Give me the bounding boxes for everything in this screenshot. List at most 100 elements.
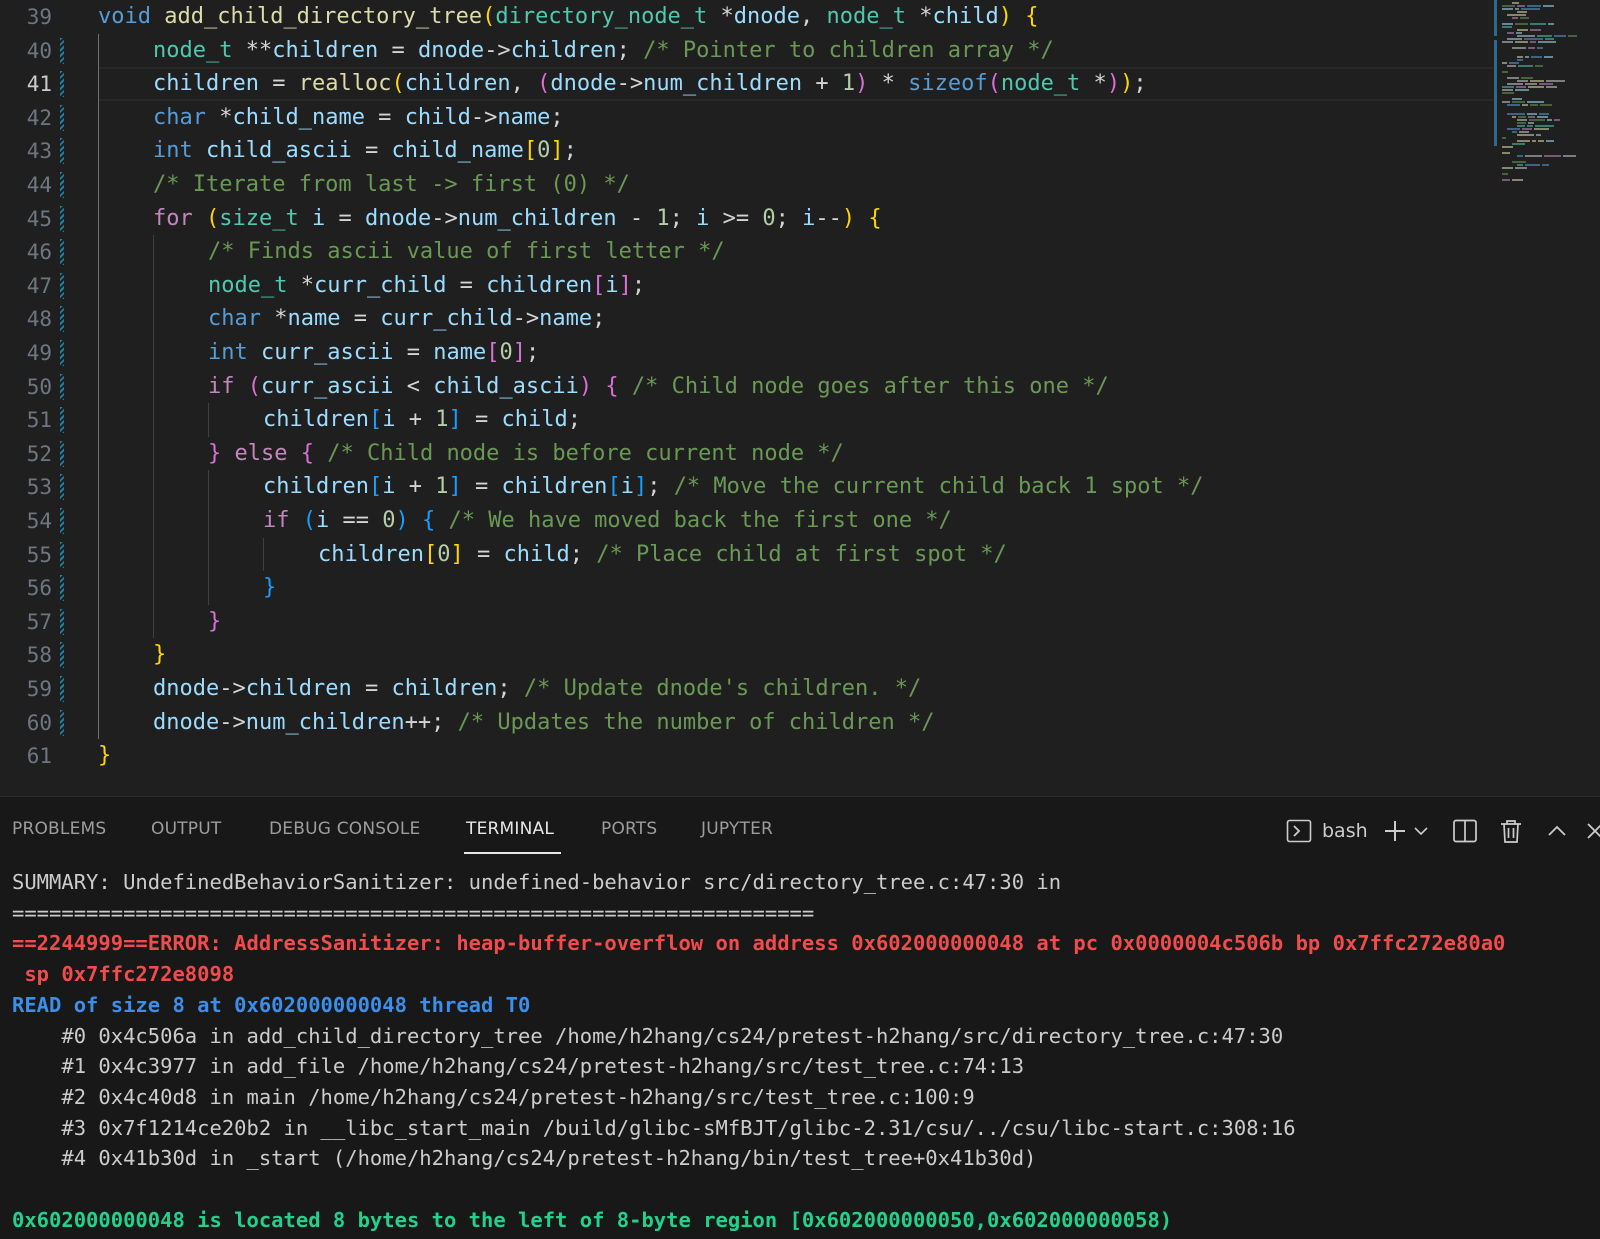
code-token: ) xyxy=(395,508,409,533)
tab-problems[interactable]: PROBLEMS xyxy=(12,819,106,839)
minimap[interactable] xyxy=(1494,0,1600,190)
terminal-line: #1 0x4c3977 in add_file /home/h2hang/cs2… xyxy=(12,1054,1025,1079)
code-line[interactable]: 60 dnode->num_children++; /* Updates the … xyxy=(0,706,1600,740)
chevron-down-icon xyxy=(1413,823,1429,839)
minimap-change-marker xyxy=(1494,40,1497,108)
code-token: child_ascii xyxy=(206,138,352,164)
git-modified-gutter xyxy=(60,205,64,232)
code-line[interactable]: 50 if (curr_ascii < child_ascii) { /* Chi… xyxy=(0,370,1600,404)
code-line[interactable]: 47 node_t *curr_child = children[i]; xyxy=(0,269,1600,303)
minimap-token xyxy=(1545,38,1554,40)
code-token: child xyxy=(501,407,568,433)
code-token: child_ascii xyxy=(433,373,579,399)
minimap-token xyxy=(1502,101,1510,103)
code-line[interactable]: 41 children = realloc(children, (dnode->n… xyxy=(0,67,1600,102)
code-line[interactable]: 53 children[i + 1] = children[i]; /* Move… xyxy=(0,470,1600,504)
code-line[interactable]: 42 char *child_name = child->name; xyxy=(0,101,1600,135)
code-token: ] xyxy=(618,272,632,298)
code-token: * xyxy=(205,104,233,130)
close-panel-button[interactable] xyxy=(1584,811,1600,851)
code-line[interactable]: 52} else { /* Child node is before curre… xyxy=(0,437,1600,471)
code-token: [ xyxy=(592,272,606,298)
code-token: * xyxy=(1080,71,1107,97)
new-terminal-button[interactable] xyxy=(1380,811,1410,851)
git-modified-gutter xyxy=(60,608,64,635)
minimap-token xyxy=(1509,62,1519,64)
code-line[interactable]: 56} xyxy=(0,571,1600,605)
tab-ports[interactable]: PORTS xyxy=(601,819,657,839)
code-token: dnode xyxy=(417,37,485,63)
git-modified-gutter xyxy=(60,474,64,501)
tab-output[interactable]: OUTPUT xyxy=(151,819,222,839)
code-line[interactable]: 55 children[0] = child; /* Place child at… xyxy=(0,538,1600,572)
code-token: dnode xyxy=(153,676,220,701)
minimap-token xyxy=(1515,8,1519,10)
code-token: ( xyxy=(391,71,405,97)
minimap-token xyxy=(1527,113,1537,115)
code-token: { xyxy=(1025,4,1039,29)
code-line[interactable]: 49 int curr_ascii = name[0]; xyxy=(0,336,1600,370)
code-token: i xyxy=(382,474,396,500)
terminal-line: READ of size 8 at 0x602000000048 thread … xyxy=(12,992,531,1017)
code-line[interactable]: 51 children[i + 1] = child; xyxy=(0,403,1600,437)
code-token: i xyxy=(696,205,710,231)
code-token: if xyxy=(208,373,235,399)
code-line[interactable]: 57} xyxy=(0,605,1600,639)
code-text: children[0] = child; /* Place child at f… xyxy=(318,538,1007,572)
code-token: = xyxy=(393,340,434,365)
tab-jupyter[interactable]: JUPYTER xyxy=(701,819,773,839)
code-token: , xyxy=(510,71,538,97)
code-token: name xyxy=(287,306,341,332)
code-line[interactable]: 61} xyxy=(0,739,1600,773)
terminal-launch-profile-button[interactable] xyxy=(1410,811,1432,851)
kill-terminal-button[interactable] xyxy=(1494,811,1528,851)
code-line[interactable]: 59 dnode->children = children; /* Update … xyxy=(0,672,1600,706)
minimap-token xyxy=(1507,128,1520,130)
line-number: 48 xyxy=(26,307,52,332)
code-token: -> xyxy=(431,205,458,231)
code-line[interactable]: 44 /* Iterate from last -> first (0) */ xyxy=(0,168,1600,202)
minimap-token xyxy=(1542,164,1549,166)
code-line[interactable]: 46 /* Finds ascii value of first letter *… xyxy=(0,235,1600,269)
split-terminal-button[interactable] xyxy=(1448,811,1482,851)
code-token: char xyxy=(153,104,206,130)
code-line[interactable]: 39 void add_child_directory_tree(director… xyxy=(0,0,1600,34)
code-token: /* Finds ascii value of first letter */ xyxy=(208,239,725,265)
minimap-token xyxy=(1546,86,1557,88)
code-line[interactable]: 40 node_t **children = dnode->children; /… xyxy=(0,34,1600,68)
code-token: -- xyxy=(815,205,842,231)
code-line[interactable]: 48 char *name = curr_child->name; xyxy=(0,302,1600,336)
terminal-line: ========================================… xyxy=(12,900,815,925)
code-line[interactable]: 43 int child_ascii = child_name[0]; xyxy=(0,134,1600,168)
code-line[interactable]: 45 for (size_t i = dnode->num_children - … xyxy=(0,202,1600,236)
code-line[interactable]: 54 if (i == 0) { /* We have moved back th… xyxy=(0,504,1600,538)
tab-terminal[interactable]: TERMINAL xyxy=(466,819,554,839)
code-token: + xyxy=(395,407,436,433)
terminal-output[interactable]: SUMMARY: UndefinedBehaviorSanitizer: und… xyxy=(12,867,1600,1235)
minimap-token xyxy=(1548,23,1554,25)
git-modified-gutter xyxy=(60,37,64,64)
code-token: ) xyxy=(841,205,856,231)
code-text: children[i + 1] = children[i]; /* Move t… xyxy=(263,470,1204,504)
maximize-panel-button[interactable] xyxy=(1542,811,1572,851)
tab-debug-console[interactable]: DEBUG CONSOLE xyxy=(269,819,420,839)
minimap-token xyxy=(1531,56,1542,58)
code-token: ; xyxy=(592,306,606,332)
minimap-token xyxy=(1528,116,1535,118)
code-line[interactable]: 58} xyxy=(0,638,1600,672)
minimap-token xyxy=(1530,80,1544,82)
code-editor[interactable]: 39 void add_child_directory_tree(director… xyxy=(0,0,1600,796)
code-token: ) xyxy=(1120,71,1134,97)
code-token: * xyxy=(707,4,734,29)
code-token: node_t xyxy=(153,37,233,63)
code-token: + xyxy=(395,474,436,500)
code-token: ) xyxy=(998,4,1012,29)
minimap-token xyxy=(1535,65,1543,67)
minimap-token xyxy=(1515,167,1527,169)
code-token: -> xyxy=(616,71,644,97)
minimap-token xyxy=(1515,41,1528,43)
